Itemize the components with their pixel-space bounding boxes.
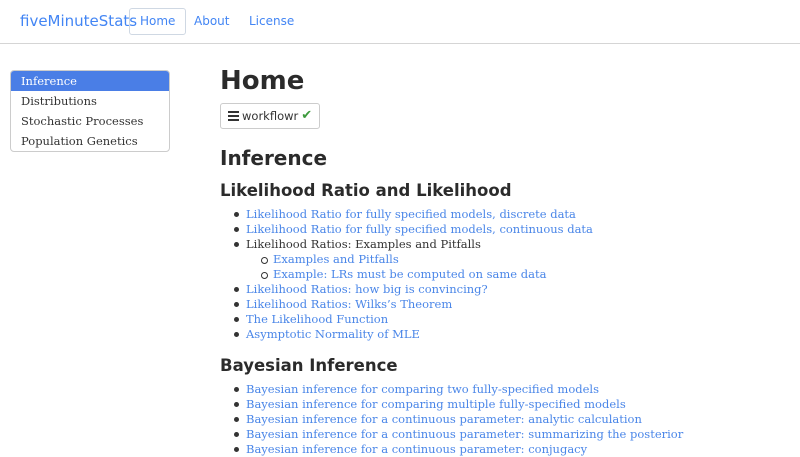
list-item: Likelihood Ratio for fully specified mod… <box>220 222 780 237</box>
link-bayes-summarizing[interactable]: Bayesian inference for a continuous para… <box>246 427 683 441</box>
list-item: Likelihood Ratios: Wilks’s Theorem <box>220 297 780 312</box>
toc-item-population-genetics[interactable]: Population Genetics <box>11 131 169 151</box>
subsection-heading-bayesian: Bayesian Inference <box>220 356 398 375</box>
list-item: Bayesian inference for a continuous para… <box>220 427 780 442</box>
link-wilks-theorem[interactable]: Likelihood Ratios: Wilks’s Theorem <box>246 297 452 311</box>
workflowr-label: workflowr <box>242 109 299 123</box>
list-icon <box>228 111 239 121</box>
subsection-heading-likelihood: Likelihood Ratio and Likelihood <box>220 181 512 200</box>
link-examples-pitfalls[interactable]: Examples and Pitfalls <box>273 252 399 266</box>
list-item: Asymptotic Normality of MLE <box>220 327 780 342</box>
toc-item-stochastic-processes[interactable]: Stochastic Processes <box>11 111 169 131</box>
list-item: The Likelihood Function <box>220 312 780 327</box>
top-navbar: fiveMinuteStats Home About License <box>0 0 800 44</box>
link-bayes-conjugacy[interactable]: Bayesian inference for a continuous para… <box>246 442 587 456</box>
workflowr-button[interactable]: workflowr ✔ <box>220 103 321 129</box>
link-likelihood-function[interactable]: The Likelihood Function <box>246 312 388 326</box>
list-item: Bayesian inference for a continuous para… <box>220 412 780 427</box>
link-asymptotic-normality[interactable]: Asymptotic Normality of MLE <box>246 327 420 341</box>
sidebar-toc: Inference Distributions Stochastic Proce… <box>10 70 170 152</box>
likelihood-list: Likelihood Ratio for fully specified mod… <box>220 207 780 342</box>
link-bayes-two-models[interactable]: Bayesian inference for comparing two ful… <box>246 382 599 396</box>
check-icon: ✔ <box>301 108 313 123</box>
list-item: Examples and Pitfalls <box>220 252 780 267</box>
link-lr-continuous[interactable]: Likelihood Ratio for fully specified mod… <box>246 222 593 236</box>
link-lr-discrete[interactable]: Likelihood Ratio for fully specified mod… <box>246 207 576 221</box>
list-item: Bayesian inference for comparing two ful… <box>220 382 780 397</box>
toc-item-inference[interactable]: Inference <box>11 71 169 91</box>
nav-home[interactable]: Home <box>129 8 187 35</box>
nav-license[interactable]: License <box>238 8 305 35</box>
toc-item-distributions[interactable]: Distributions <box>11 91 169 111</box>
list-item: Likelihood Ratios: how big is convincing… <box>220 282 780 297</box>
link-bayes-multiple-models[interactable]: Bayesian inference for comparing multipl… <box>246 397 626 411</box>
nav-about[interactable]: About <box>183 8 240 35</box>
section-heading-inference: Inference <box>220 146 328 170</box>
link-lrs-same-data[interactable]: Example: LRs must be computed on same da… <box>273 267 546 281</box>
lr-examples-label: Likelihood Ratios: Examples and Pitfalls <box>246 237 481 251</box>
link-bayes-analytic[interactable]: Bayesian inference for a continuous para… <box>246 412 642 426</box>
list-item: Likelihood Ratio for fully specified mod… <box>220 207 780 222</box>
list-item: Likelihood Ratios: Examples and Pitfalls <box>220 237 780 252</box>
link-lr-how-big[interactable]: Likelihood Ratios: how big is convincing… <box>246 282 488 296</box>
brand-link[interactable]: fiveMinuteStats <box>20 12 137 30</box>
bayesian-list: Bayesian inference for comparing two ful… <box>220 382 780 457</box>
list-item: Example: LRs must be computed on same da… <box>220 267 780 282</box>
list-item: Bayesian inference for comparing multipl… <box>220 397 780 412</box>
page-title: Home <box>220 66 305 96</box>
